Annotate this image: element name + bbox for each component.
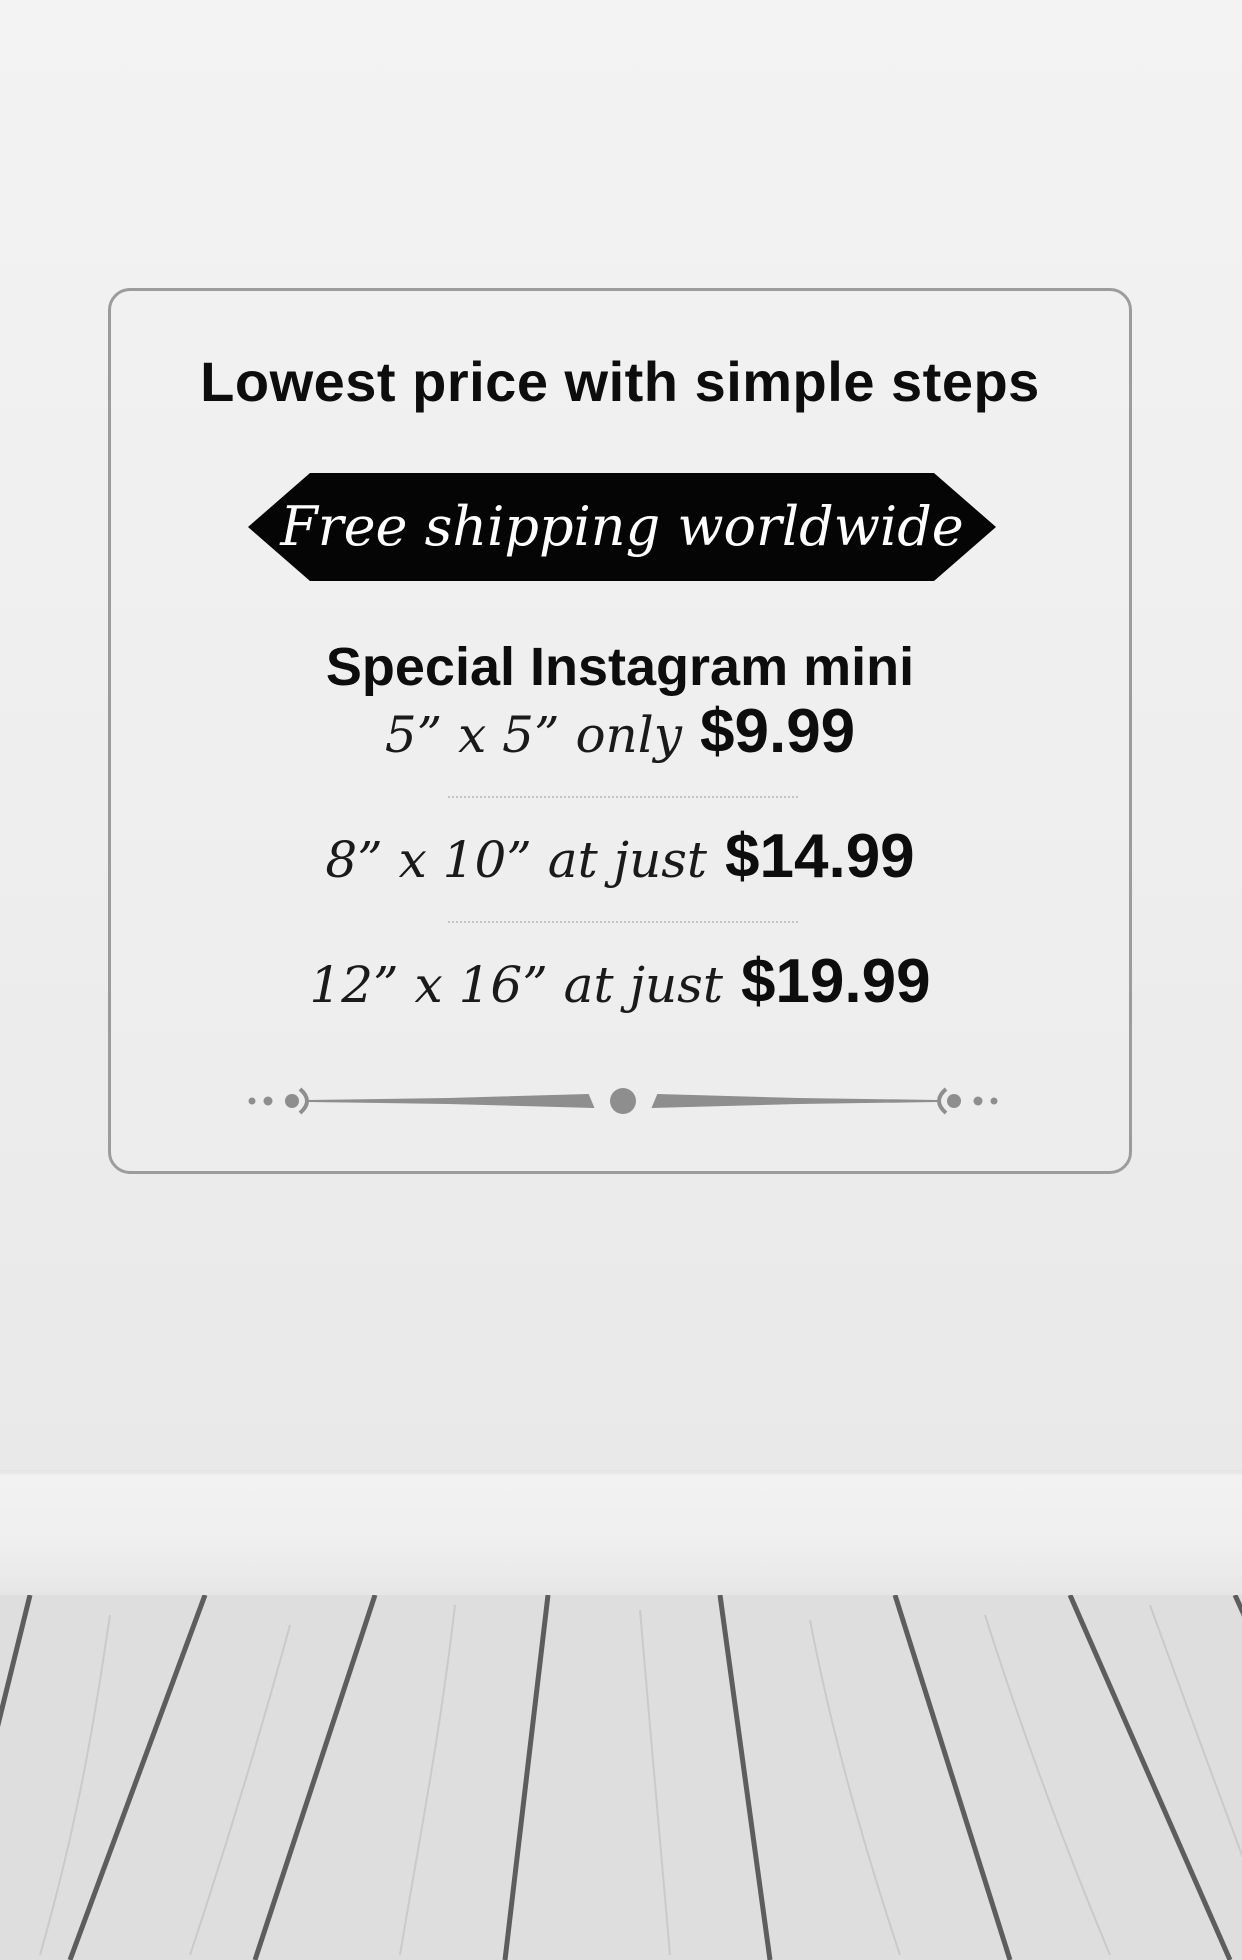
floor-planks-graphic (0, 1595, 1242, 1960)
headline: Lowest price with simple steps (200, 350, 1040, 413)
ribbon-text: Free shipping worldwide (280, 495, 964, 558)
offer-row: 5” x 5” only $9.99 (111, 696, 1129, 767)
offer-price: $9.99 (700, 697, 856, 766)
flourish-divider-icon (248, 1087, 998, 1115)
special-title: Special Instagram mini (325, 637, 915, 697)
offer-price: $14.99 (725, 822, 915, 891)
offer-price: $19.99 (740, 947, 931, 1016)
dotted-divider (448, 796, 798, 798)
offer-row: 12” x 16” at just $19.99 (111, 946, 1129, 1017)
offer-size: 5” x 5” only (384, 706, 682, 764)
wooden-floor (0, 1595, 1242, 1960)
pricing-card: Lowest price with simple steps Free ship… (108, 288, 1132, 1174)
offer-row: 8” x 10” at just $14.99 (111, 821, 1129, 892)
shipping-ribbon: Free shipping worldwide (248, 473, 996, 581)
dotted-divider (448, 921, 798, 923)
baseboard (0, 1470, 1242, 1597)
offer-size: 8” x 10” at just (325, 831, 708, 889)
offer-size: 12” x 16” at just (309, 956, 723, 1014)
